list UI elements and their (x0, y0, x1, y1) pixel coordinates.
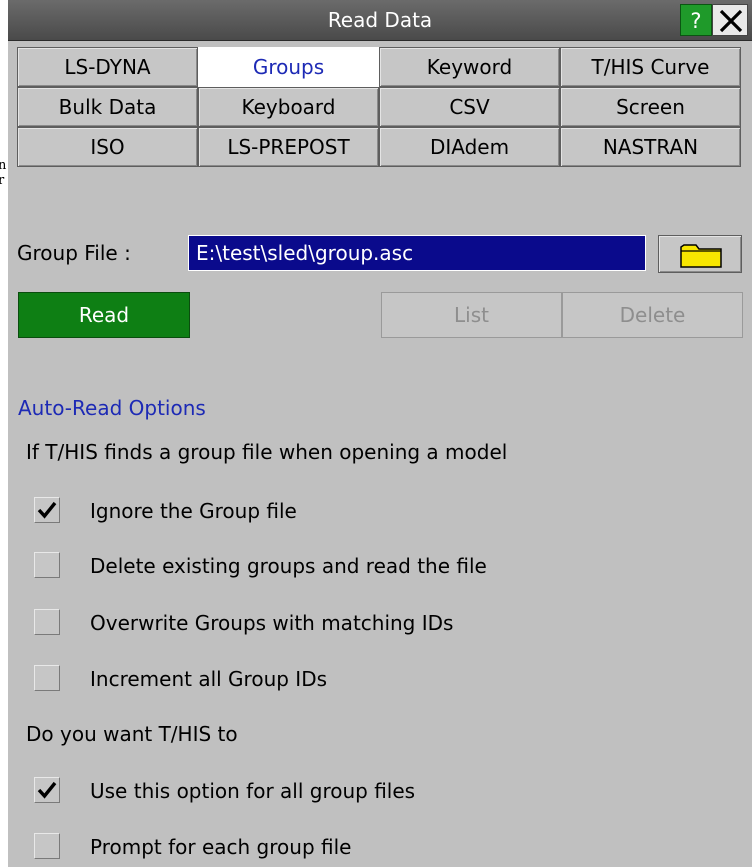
checkbox-checked[interactable] (34, 497, 60, 523)
do-you-want-prompt: Do you want T/HIS to (26, 722, 238, 746)
tab-nastran[interactable]: NASTRAN (560, 127, 741, 167)
checkbox-unchecked[interactable] (34, 609, 60, 635)
option-label: Overwrite Groups with matching IDs (90, 611, 454, 635)
background-text: nr (0, 158, 7, 188)
tab-groups[interactable]: Groups (198, 47, 379, 87)
title-bar[interactable]: Read Data ? (8, 0, 752, 41)
close-button[interactable] (712, 4, 748, 36)
background-edge (0, 0, 6, 867)
tab-csv[interactable]: CSV (379, 87, 560, 127)
tab-keyword[interactable]: Keyword (379, 47, 560, 87)
checkmark-icon (37, 781, 57, 799)
checkmark-icon (37, 501, 57, 519)
read-data-dialog: Read Data ? LS-DYNA Groups Keyword T/HIS… (8, 0, 752, 867)
option-overwrite-groups[interactable]: Overwrite Groups with matching IDs (34, 606, 734, 640)
tab-bulk-data[interactable]: Bulk Data (17, 87, 198, 127)
checkbox-unchecked[interactable] (34, 833, 60, 859)
tab-diadem[interactable]: DIAdem (379, 127, 560, 167)
auto-read-options-heading: Auto-Read Options (18, 396, 206, 420)
window-title: Read Data (327, 8, 433, 32)
tab-this-curve[interactable]: T/HIS Curve (560, 47, 741, 87)
option-use-for-all[interactable]: Use this option for all group files (34, 774, 734, 808)
browse-folder-button[interactable] (658, 235, 742, 273)
tab-ls-prepost[interactable]: LS-PREPOST (198, 127, 379, 167)
option-label: Ignore the Group file (90, 499, 297, 523)
option-delete-and-read[interactable]: Delete existing groups and read the file (34, 549, 734, 583)
checkbox-checked[interactable] (34, 777, 60, 803)
option-label: Increment all Group IDs (90, 667, 328, 691)
tab-iso[interactable]: ISO (17, 127, 198, 167)
checkbox-unchecked[interactable] (34, 552, 60, 578)
list-button[interactable]: List (381, 292, 562, 338)
read-button[interactable]: Read (18, 292, 190, 338)
group-file-input[interactable]: E:\test\sled\group.asc (188, 235, 646, 271)
tab-ls-dyna[interactable]: LS-DYNA (17, 47, 198, 87)
option-label: Delete existing groups and read the file (90, 554, 487, 578)
option-label: Use this option for all group files (90, 779, 416, 803)
group-file-row: Group File : E:\test\sled\group.asc (8, 231, 752, 275)
delete-button[interactable]: Delete (562, 292, 743, 338)
close-icon (719, 9, 743, 33)
source-tabs: LS-DYNA Groups Keyword T/HIS Curve Bulk … (17, 47, 741, 167)
question-icon: ? (690, 9, 702, 33)
group-file-label: Group File : (17, 241, 131, 265)
help-button[interactable]: ? (680, 4, 712, 36)
tab-screen[interactable]: Screen (560, 87, 741, 127)
option-prompt-each[interactable]: Prompt for each group file (34, 830, 734, 864)
option-label: Prompt for each group file (90, 835, 352, 859)
option-increment-ids[interactable]: Increment all Group IDs (34, 662, 734, 696)
auto-read-prompt: If T/HIS finds a group file when opening… (26, 440, 508, 464)
folder-icon (680, 244, 722, 268)
tab-keyboard[interactable]: Keyboard (198, 87, 379, 127)
checkbox-unchecked[interactable] (34, 665, 60, 691)
option-ignore-group-file[interactable]: Ignore the Group file (34, 494, 734, 528)
